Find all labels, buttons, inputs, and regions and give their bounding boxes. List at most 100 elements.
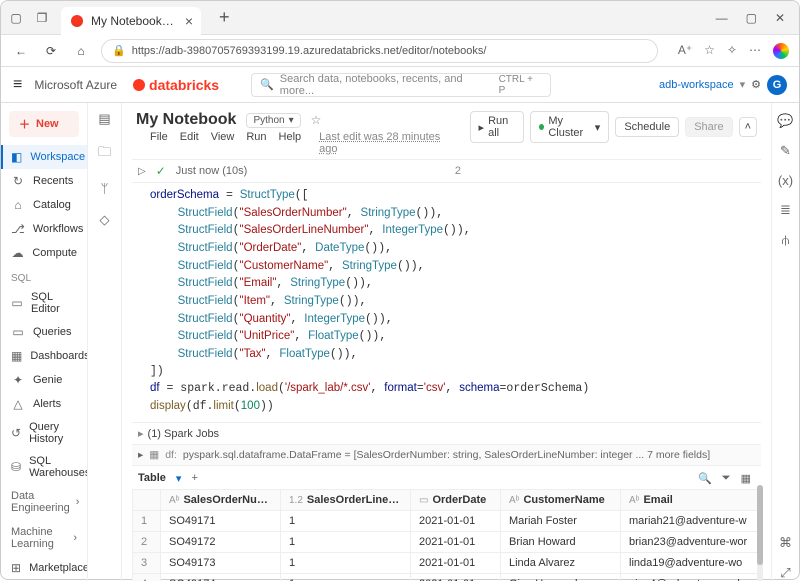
- machine-learning-section[interactable]: Machine Learning›: [1, 520, 87, 556]
- refresh-button[interactable]: ⟳: [41, 41, 61, 61]
- expand-icon[interactable]: ⤢: [780, 565, 790, 581]
- history-icon[interactable]: ≣: [780, 202, 791, 218]
- branch-icon[interactable]: ᛘ: [101, 181, 109, 196]
- global-search[interactable]: 🔍 Search data, notebooks, recents, and m…: [251, 73, 551, 97]
- chart-icon[interactable]: ⫛: [782, 232, 790, 248]
- menu-run[interactable]: Run: [246, 131, 266, 155]
- code-cell[interactable]: orderSchema = StructType([ StructField("…: [132, 183, 761, 422]
- sidebar-item-catalog[interactable]: ⌂Catalog: [1, 193, 87, 217]
- filter-icon[interactable]: ⏷: [722, 472, 731, 485]
- databricks-brand[interactable]: databricks: [133, 77, 219, 93]
- chat-icon[interactable]: 💬: [777, 113, 793, 129]
- folder-icon[interactable]: 🗀: [98, 143, 111, 165]
- azure-label: Microsoft Azure: [34, 78, 117, 92]
- variables-icon[interactable]: (x): [778, 173, 793, 188]
- keyboard-icon[interactable]: ⌘: [779, 535, 792, 551]
- menu-icon[interactable]: ⋯: [749, 43, 761, 59]
- sidebar-item-sql-warehouses[interactable]: ⛁SQL Warehouses: [1, 450, 87, 484]
- sql-section-header: SQL: [1, 265, 87, 286]
- maximize-button[interactable]: ▢: [746, 11, 757, 25]
- hamburger-menu[interactable]: ≡: [13, 76, 22, 94]
- table-row[interactable]: 1SO4917112021-01-01Mariah Fostermariah21…: [133, 510, 761, 531]
- star-icon[interactable]: ☆: [311, 113, 322, 127]
- chevron-down-icon[interactable]: ▾: [176, 472, 182, 485]
- sidebar-item-recents[interactable]: ↻Recents: [1, 169, 87, 193]
- language-selector[interactable]: Python ▾: [246, 113, 300, 128]
- collections-icon[interactable]: ✧: [727, 43, 737, 59]
- favorite-icon[interactable]: ☆: [704, 43, 715, 59]
- search-placeholder: Search data, notebooks, recents, and mor…: [280, 73, 499, 97]
- spark-jobs-row[interactable]: ▸(1) Spark Jobs: [132, 422, 761, 444]
- run-all-button[interactable]: ▸ Run all: [470, 111, 525, 143]
- address-bar[interactable]: 🔒 https://adb-3980705769393199.19.azured…: [101, 39, 658, 63]
- col-SalesOrderNumber[interactable]: AᵇSalesOrderNumber: [161, 489, 281, 510]
- check-icon: ✓: [156, 164, 166, 178]
- lock-icon: 🔒: [112, 44, 126, 57]
- assistant-icon[interactable]: ✎: [780, 143, 791, 159]
- sidebar-item-workspace[interactable]: ◧Workspace: [1, 145, 87, 169]
- sidebar-item-genie[interactable]: ✦Genie: [1, 368, 87, 392]
- sidebar-item-compute[interactable]: ☁Compute: [1, 241, 87, 265]
- add-visualization[interactable]: +: [191, 472, 197, 484]
- home-button[interactable]: ⌂: [71, 41, 91, 61]
- sidebar-icon: ✦: [11, 373, 25, 387]
- profile-icon[interactable]: ▢: [9, 11, 23, 25]
- close-tab-icon[interactable]: ×: [185, 13, 193, 29]
- sidebar-item-dashboards[interactable]: ▦Dashboards: [1, 344, 87, 368]
- reader-icon[interactable]: A⁺: [678, 43, 692, 59]
- sidebar-item-marketplace[interactable]: ⊞Marketplace: [1, 556, 87, 580]
- cluster-selector[interactable]: My Cluster ▾: [530, 111, 609, 143]
- search-kbd: CTRL + P: [499, 74, 543, 96]
- sidebar-item-query-history[interactable]: ↺Query History: [1, 416, 87, 450]
- settings-icon[interactable]: ⚙: [751, 78, 761, 91]
- dataframe-info[interactable]: ▸▦ df:pyspark.sql.dataframe.DataFrame = …: [132, 444, 761, 465]
- menu-view[interactable]: View: [211, 131, 235, 155]
- cell-status-text: Just now (10s): [176, 165, 248, 177]
- notebook-icon[interactable]: ▤: [98, 111, 110, 127]
- url-text: https://adb-3980705769393199.19.azuredat…: [132, 45, 487, 57]
- user-avatar[interactable]: G: [767, 75, 787, 95]
- sidebar-item-queries[interactable]: ▭Queries: [1, 320, 87, 344]
- sidebar-item-sql-editor[interactable]: ▭SQL Editor: [1, 286, 87, 320]
- settings-table-icon[interactable]: ▦: [741, 472, 751, 485]
- last-edit[interactable]: Last edit was 28 minutes ago: [319, 131, 441, 155]
- browser-tab[interactable]: My Notebook - Databricks ×: [61, 7, 201, 35]
- diamond-icon[interactable]: ◇: [100, 212, 110, 228]
- menu-file[interactable]: File: [150, 131, 168, 155]
- back-button[interactable]: ←: [11, 41, 31, 61]
- copilot-icon[interactable]: [773, 43, 789, 59]
- minimize-button[interactable]: —: [716, 11, 728, 25]
- vertical-scrollbar[interactable]: [757, 485, 763, 581]
- schedule-button[interactable]: Schedule: [615, 117, 679, 137]
- search-table-icon[interactable]: 🔍: [698, 472, 712, 485]
- table-row[interactable]: 2SO4917212021-01-01Brian Howardbrian23@a…: [133, 531, 761, 552]
- close-window-button[interactable]: ✕: [775, 11, 785, 25]
- plus-icon: ＋: [19, 116, 30, 132]
- sidebar-icon: ⛁: [11, 460, 21, 474]
- col-CustomerName[interactable]: AᵇCustomerName: [501, 489, 621, 510]
- table-row[interactable]: 3SO4917312021-01-01Linda Alvarezlinda19@…: [133, 552, 761, 573]
- chevron-down-icon: ▾: [740, 78, 746, 91]
- play-icon[interactable]: ▷: [138, 166, 146, 177]
- col-OrderDate[interactable]: ▭OrderDate: [411, 489, 501, 510]
- sidebar-icon: ⊞: [11, 561, 21, 575]
- sidebar-item-alerts[interactable]: △Alerts: [1, 392, 87, 416]
- new-tab-button[interactable]: +: [219, 7, 230, 28]
- new-button[interactable]: ＋New: [9, 111, 79, 137]
- collapse-button[interactable]: ˄: [739, 117, 757, 137]
- col-SalesOrderLineNumber[interactable]: 1.2SalesOrderLineNumber: [281, 489, 411, 510]
- share-button[interactable]: Share: [685, 117, 732, 137]
- sidebar-item-workflows[interactable]: ⎇Workflows: [1, 217, 87, 241]
- scrollbar-thumb[interactable]: [757, 485, 763, 565]
- data-engineering-section[interactable]: Data Engineering›: [1, 484, 87, 520]
- col-Email[interactable]: AᵇEmail: [621, 489, 761, 510]
- sidebar-icon: ⎇: [11, 222, 25, 236]
- table-tab[interactable]: Table: [138, 472, 166, 484]
- workspace-switcher[interactable]: adb-workspace: [659, 79, 734, 91]
- menu-help[interactable]: Help: [279, 131, 302, 155]
- sidebar-icon: ▭: [11, 325, 25, 339]
- notebook-title[interactable]: My Notebook: [136, 111, 236, 129]
- search-icon: 🔍: [260, 78, 274, 91]
- menu-edit[interactable]: Edit: [180, 131, 199, 155]
- tabs-icon[interactable]: ❐: [35, 11, 49, 25]
